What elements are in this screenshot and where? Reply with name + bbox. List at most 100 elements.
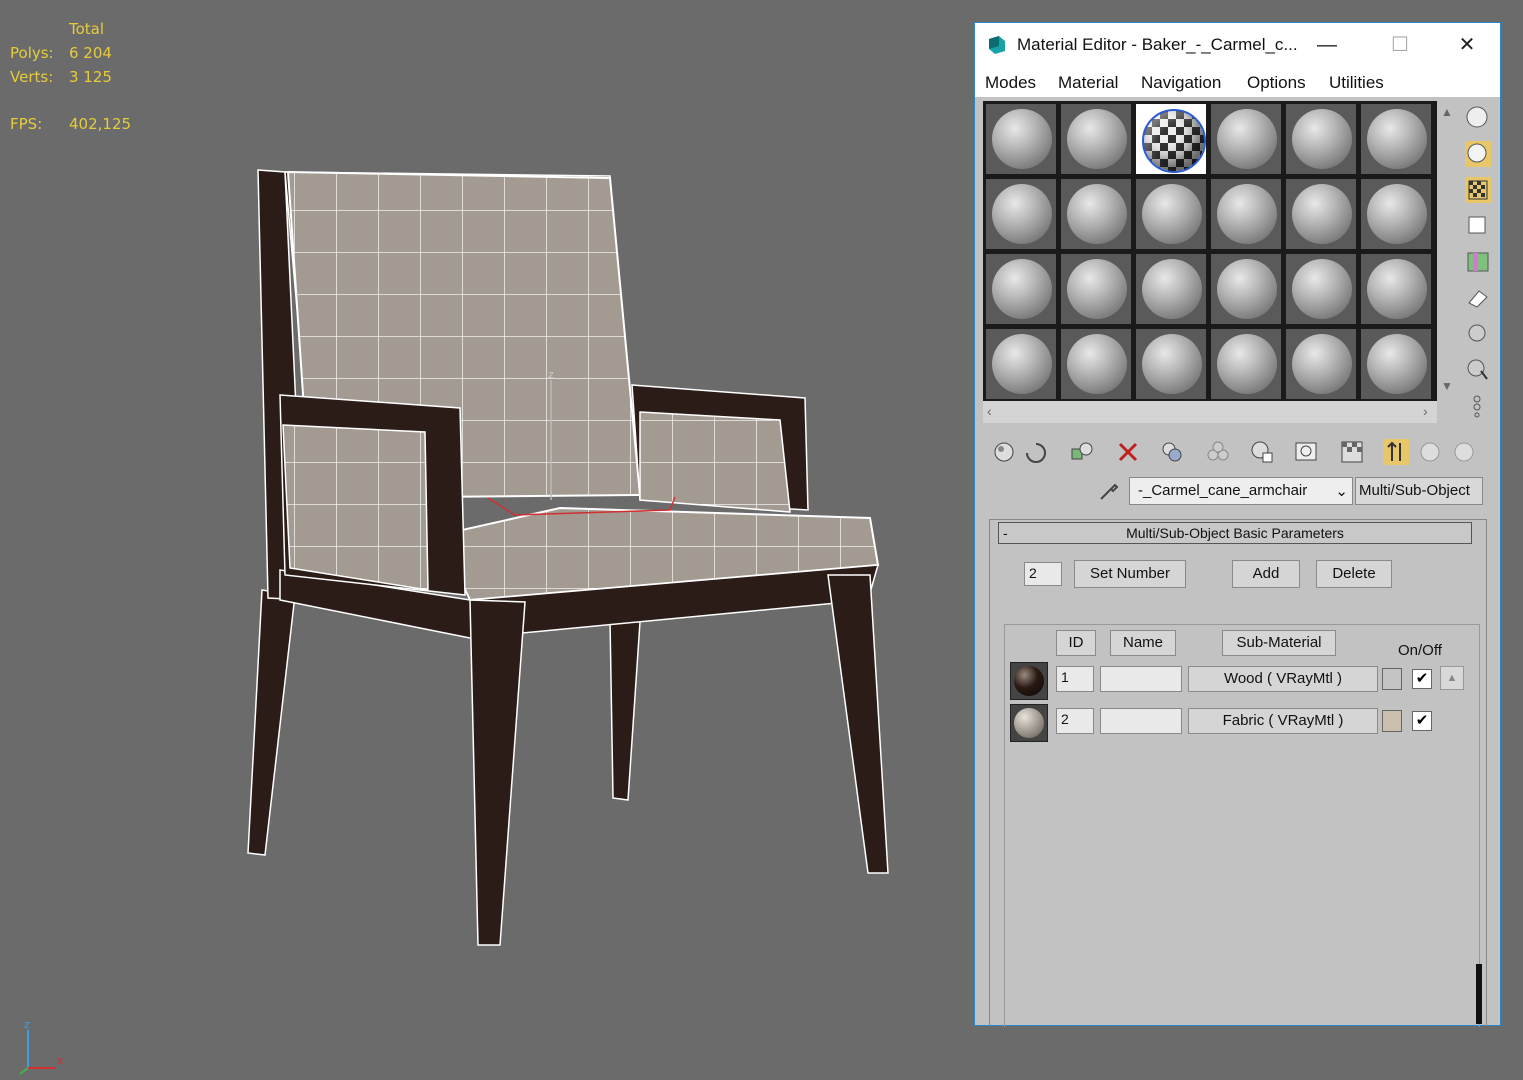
put-to-library-icon[interactable] (1205, 439, 1231, 465)
material-editor-titlebar[interactable]: Material Editor - Baker_-_Carmel_c... — … (975, 23, 1500, 67)
material-sample-slot[interactable] (1211, 179, 1281, 249)
editor-panel-scrollbar[interactable] (1476, 514, 1482, 1024)
material-sample-slot[interactable] (1136, 254, 1206, 324)
column-name-button[interactable]: Name (1110, 630, 1176, 656)
max-app-icon (989, 36, 1005, 54)
fabric-material-thumbnail[interactable] (1010, 704, 1048, 742)
material-sphere-preview (992, 109, 1052, 169)
material-sample-slot[interactable] (986, 179, 1056, 249)
make-unique-icon[interactable] (1159, 439, 1185, 465)
backlight-icon[interactable] (1465, 141, 1491, 167)
material-sample-slot[interactable] (1211, 254, 1281, 324)
slot-hscrollbar[interactable]: ‹ › (983, 401, 1437, 423)
material-type-button[interactable]: Multi/Sub-Object (1355, 477, 1483, 505)
material-sphere-preview (1292, 334, 1352, 394)
slot-scroll-down-icon[interactable]: ▼ (1437, 375, 1457, 397)
pick-material-eyedropper-icon[interactable] (1097, 479, 1121, 503)
show-shaded-material-icon[interactable] (1293, 439, 1319, 465)
scroll-left-icon[interactable]: ‹ (987, 403, 992, 419)
material-sample-slot[interactable] (1361, 329, 1431, 399)
material-sphere-preview (1142, 334, 1202, 394)
material-options-icon[interactable] (1465, 321, 1491, 347)
axis-x-label: x (57, 1054, 64, 1067)
material-sample-slot[interactable] (1361, 104, 1431, 174)
make-preview-icon[interactable] (1465, 285, 1491, 311)
material-sample-slot[interactable] (1136, 179, 1206, 249)
set-number-button[interactable]: Set Number (1074, 560, 1186, 588)
viewport-chair-model[interactable]: z (0, 0, 960, 1000)
row-name-field[interactable] (1100, 708, 1182, 734)
material-id-channel-icon[interactable] (1249, 439, 1275, 465)
material-sample-slot[interactable] (1361, 254, 1431, 324)
row-id-field[interactable]: 2 (1056, 708, 1094, 734)
menu-material[interactable]: Material (1058, 73, 1118, 93)
wood-submaterial-button[interactable]: Wood ( VRayMtl ) (1188, 666, 1378, 692)
material-sample-slot[interactable] (1286, 179, 1356, 249)
material-sample-slot[interactable] (1286, 254, 1356, 324)
scroll-right-icon[interactable]: › (1423, 403, 1428, 419)
menu-options[interactable]: Options (1247, 73, 1306, 93)
material-map-navigator-icon[interactable] (1465, 393, 1491, 419)
get-material-icon[interactable] (991, 439, 1017, 465)
go-to-sibling-icon[interactable] (1451, 439, 1477, 465)
material-sphere-preview (1217, 259, 1277, 319)
menu-modes[interactable]: Modes (985, 73, 1036, 93)
material-sample-slot[interactable] (1136, 104, 1206, 174)
background-checker-icon[interactable] (1465, 177, 1491, 203)
material-sample-slot[interactable] (1361, 179, 1431, 249)
assign-material-icon[interactable] (1069, 439, 1095, 465)
set-number-field[interactable]: 2 (1024, 562, 1062, 586)
slot-scroll-up-icon[interactable]: ▲ (1437, 101, 1457, 123)
column-submaterial-button[interactable]: Sub-Material (1222, 630, 1336, 656)
fabric-submaterial-button[interactable]: Fabric ( VRayMtl ) (1188, 708, 1378, 734)
reset-material-icon[interactable] (1115, 439, 1141, 465)
wood-color-swatch[interactable] (1382, 668, 1402, 690)
fabric-color-swatch[interactable] (1382, 710, 1402, 732)
material-sample-slot[interactable] (1286, 104, 1356, 174)
material-sample-slot[interactable] (1061, 104, 1131, 174)
material-editor-window[interactable]: Material Editor - Baker_-_Carmel_c... — … (974, 22, 1501, 1027)
add-button[interactable]: Add (1232, 560, 1300, 588)
wood-onoff-checkbox[interactable]: ✔ (1412, 669, 1432, 689)
minimize-button[interactable]: — (1305, 29, 1349, 61)
material-sample-slot[interactable] (1211, 104, 1281, 174)
put-material-icon[interactable] (1023, 439, 1049, 465)
close-button[interactable]: ✕ (1445, 29, 1489, 61)
show-end-result-icon[interactable] (1339, 439, 1365, 465)
front-left-leg (469, 599, 526, 946)
sample-type-icon[interactable] (1465, 105, 1491, 131)
wood-material-thumbnail[interactable] (1010, 662, 1048, 700)
list-scroll-up-icon[interactable]: ▲ (1440, 666, 1464, 690)
menu-navigation[interactable]: Navigation (1141, 73, 1221, 93)
material-sphere-preview (1217, 184, 1277, 244)
menu-utilities[interactable]: Utilities (1329, 73, 1384, 93)
material-sphere-preview (1067, 109, 1127, 169)
select-by-material-icon[interactable] (1465, 357, 1491, 383)
row-id-field[interactable]: 1 (1056, 666, 1094, 692)
rollout-header[interactable]: - Multi/Sub-Object Basic Parameters (998, 522, 1472, 544)
material-sample-slot[interactable] (986, 104, 1056, 174)
material-name-field[interactable]: -_Carmel_cane_armchair ⌄ (1129, 477, 1353, 505)
maximize-button[interactable]: ☐ (1378, 29, 1422, 61)
material-sample-slot[interactable] (1211, 329, 1281, 399)
material-sample-slot[interactable] (1061, 254, 1131, 324)
row-name-field[interactable] (1100, 666, 1182, 692)
go-forward-sibling-icon[interactable] (1417, 439, 1443, 465)
view-axis-gizmo: z x (19, 1018, 64, 1075)
sample-slot-grid (983, 101, 1437, 401)
material-sample-slot[interactable] (1136, 329, 1206, 399)
video-color-check-icon[interactable] (1465, 249, 1491, 275)
material-sample-slot[interactable] (986, 254, 1056, 324)
material-sample-slot[interactable] (1286, 329, 1356, 399)
rollout-collapse-icon[interactable]: - (1003, 523, 1008, 543)
column-id-button[interactable]: ID (1056, 630, 1096, 656)
delete-button[interactable]: Delete (1316, 560, 1392, 588)
sample-uv-tiling-icon[interactable] (1465, 213, 1491, 239)
chevron-down-icon[interactable]: ⌄ (1335, 482, 1348, 500)
material-sample-slot[interactable] (1061, 329, 1131, 399)
material-sphere-preview (1292, 184, 1352, 244)
go-to-parent-icon[interactable] (1383, 439, 1409, 465)
fabric-onoff-checkbox[interactable]: ✔ (1412, 711, 1432, 731)
material-sample-slot[interactable] (986, 329, 1056, 399)
material-sample-slot[interactable] (1061, 179, 1131, 249)
